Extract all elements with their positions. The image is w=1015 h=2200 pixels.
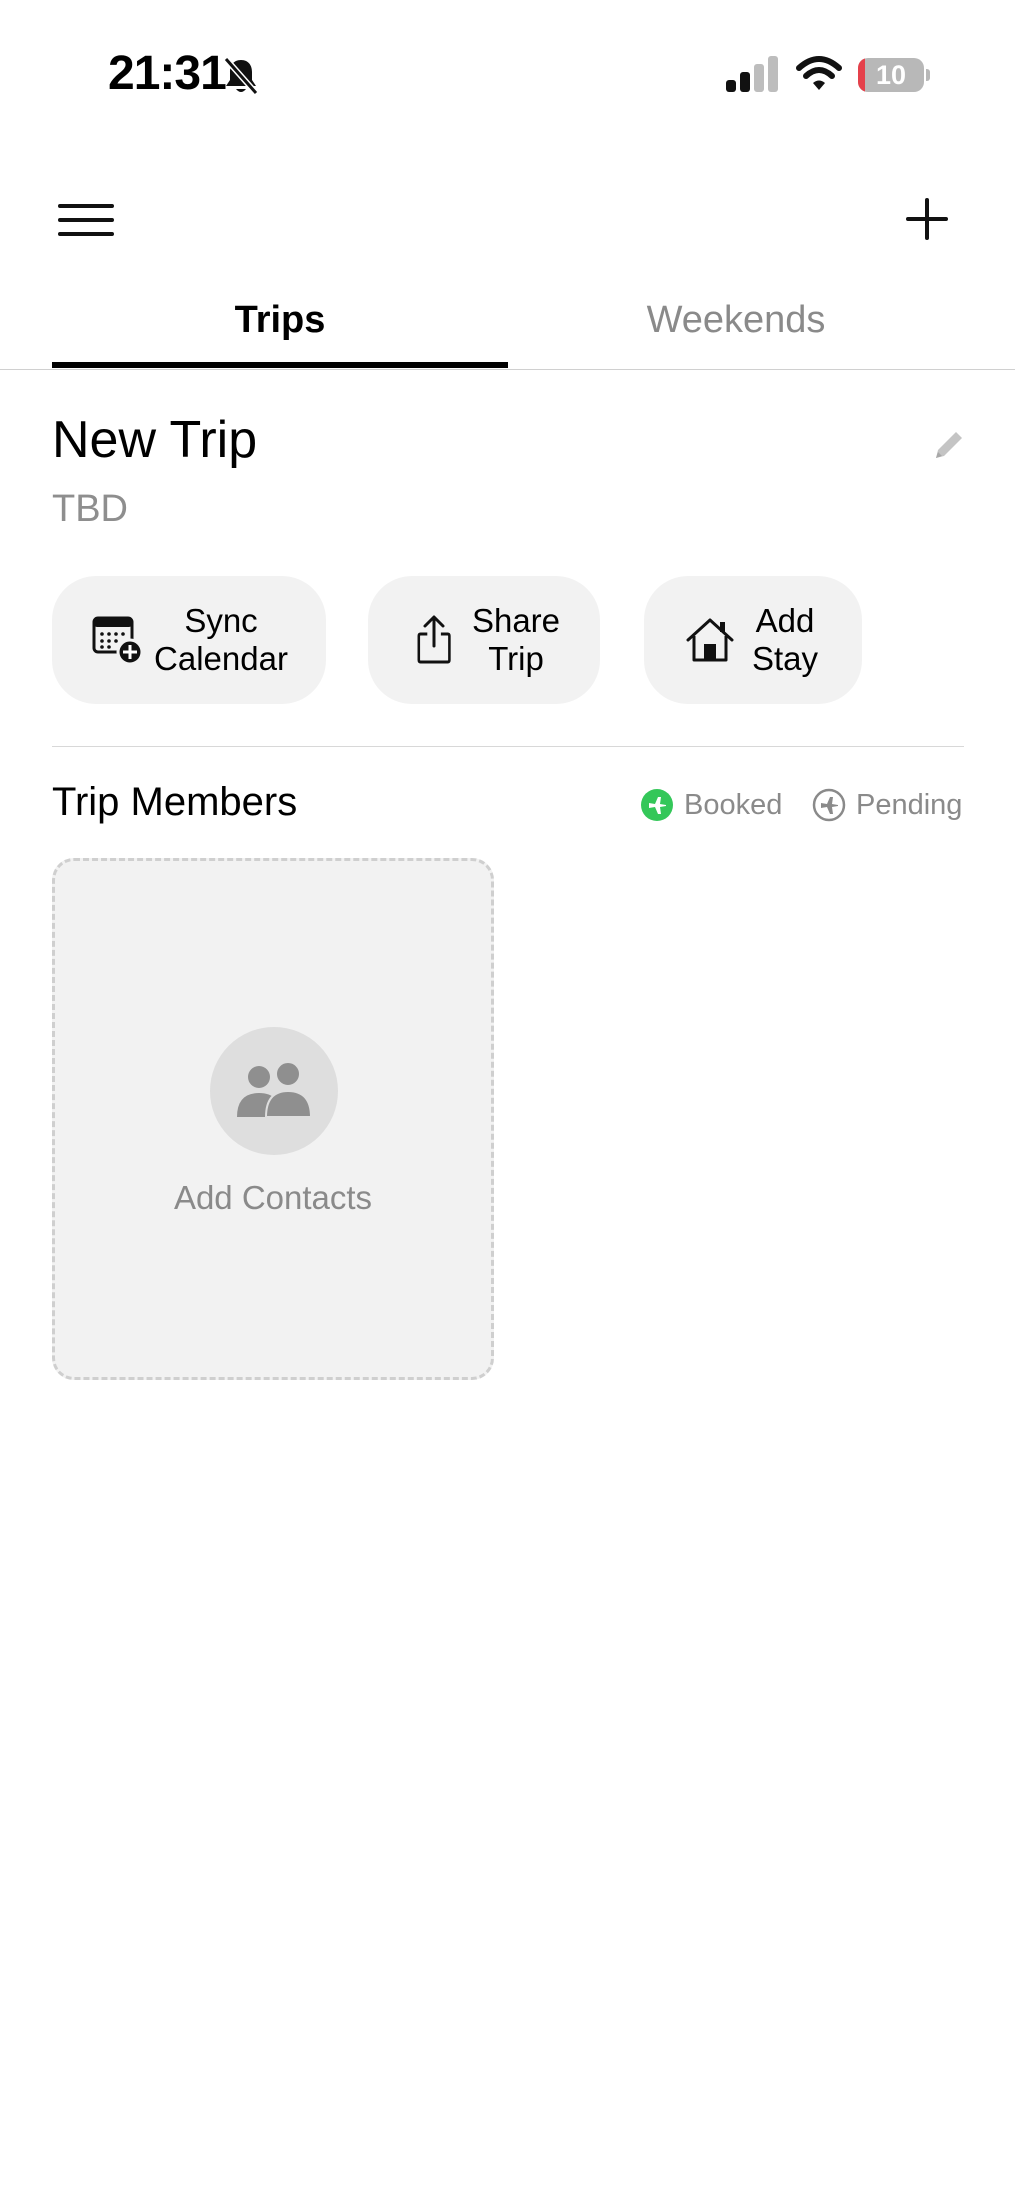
wifi-icon [796,56,842,90]
sync-calendar-label: Sync Calendar [154,602,288,677]
share-icon [417,615,451,664]
status-bar: 21:31 10 [0,0,1015,150]
legend-booked: Booked [640,788,782,822]
battery-level: 10 [875,60,907,90]
bell-slash-icon [223,57,259,95]
plus-icon[interactable] [904,196,950,242]
share-trip-button[interactable]: Share Trip [368,576,600,704]
sync-calendar-button[interactable]: Sync Calendar [52,576,326,704]
add-contacts-label: Add Contacts [173,1179,373,1216]
tab-trips[interactable]: Trips [52,290,508,366]
divider [0,369,1015,370]
house-icon [686,618,734,662]
plane-filled-icon [641,789,673,821]
divider [52,746,964,747]
share-trip-label: Share Trip [471,602,561,677]
trip-members-title: Trip Members [52,780,298,824]
tab-weekends[interactable]: Weekends [508,290,964,366]
add-contacts-card[interactable]: Add Contacts [52,858,494,1380]
add-stay-button[interactable]: Add Stay [644,576,862,704]
status-time: 21:31 [108,47,227,100]
trip-title: New Trip [52,411,258,469]
add-stay-label: Add Stay [751,602,819,677]
hamburger-menu-icon[interactable] [56,200,118,240]
screen: 21:31 10 Trips Weekends New Trip TBD Syn… [0,0,1015,2200]
pencil-icon[interactable] [930,428,966,464]
plane-outline-icon [812,788,846,822]
active-tab-indicator [52,362,508,368]
tab-bar: Trips Weekends [0,290,1015,370]
cellular-signal-icon [726,56,778,92]
battery-icon: 10 [858,58,930,92]
trip-dates: TBD [52,488,128,530]
legend-pending: Pending [812,788,962,822]
people-icon [237,1061,313,1118]
calendar-add-icon [92,616,144,666]
legend-pending-label: Pending [856,788,963,821]
legend-booked-label: Booked [684,788,783,821]
people-icon-container [210,1027,338,1155]
